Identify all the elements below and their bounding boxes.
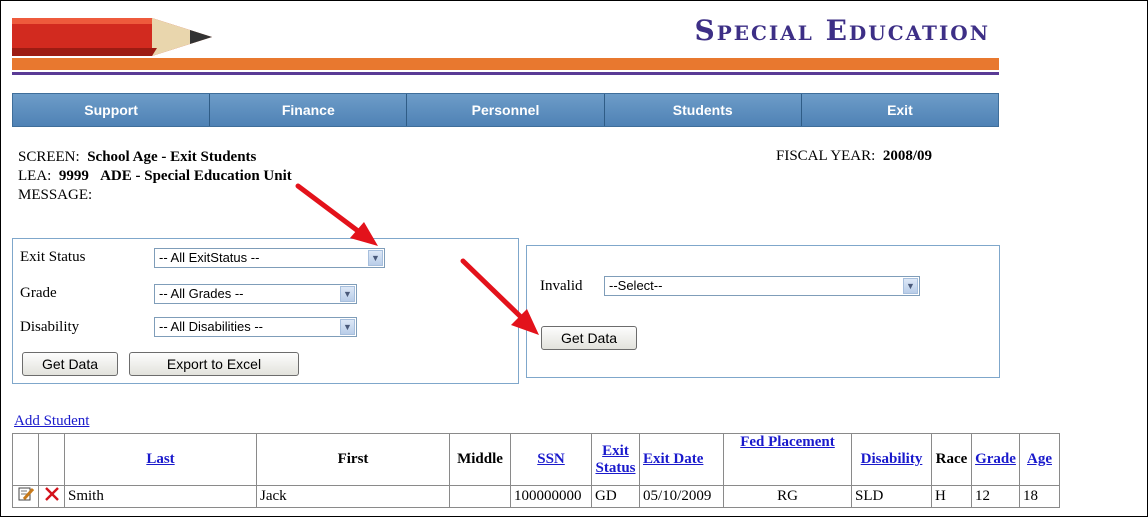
pencil-logo	[12, 18, 212, 56]
cell-exit-date: 05/10/2009	[639, 485, 724, 508]
disability-value: -- All Disabilities --	[159, 319, 264, 334]
message-label: MESSAGE:	[18, 187, 93, 203]
col-header-grade[interactable]: Grade	[971, 433, 1020, 486]
disability-label: Disability	[20, 319, 80, 335]
exit-status-label: Exit Status	[20, 249, 86, 265]
col-header-first: First	[256, 433, 450, 486]
invalid-panel	[526, 245, 1000, 378]
grade-label: Grade	[20, 285, 57, 301]
fiscal-year: FISCAL YEAR: 2008/09	[776, 148, 932, 165]
main-nav: Support Finance Personnel Students Exit	[12, 93, 999, 127]
export-excel-button[interactable]: Export to Excel	[129, 352, 299, 376]
delete-cell	[38, 485, 65, 508]
nav-exit[interactable]: Exit	[801, 94, 999, 126]
cell-disability: SLD	[851, 485, 932, 508]
fiscal-value: 2008/09	[882, 148, 932, 164]
col-header-exit-status[interactable]: Exit Status	[591, 433, 640, 486]
screen-value: School Age - Exit Students	[87, 149, 257, 165]
col-header-age[interactable]: Age	[1019, 433, 1060, 486]
nav-personnel[interactable]: Personnel	[407, 94, 605, 126]
annotation-arrow-icon	[460, 258, 539, 335]
invalid-get-data-button[interactable]: Get Data	[541, 326, 637, 350]
cell-fed-placement: RG	[723, 485, 852, 508]
lea-line: LEA: 9999 ADE - Special Education Unit	[18, 167, 292, 186]
chevron-down-icon: ▼	[903, 278, 918, 294]
lea-code: 9999	[58, 168, 89, 184]
cell-exit-status: GD	[591, 485, 640, 508]
screen-label: SCREEN:	[18, 149, 80, 165]
get-data-button[interactable]: Get Data	[22, 352, 118, 376]
col-header-middle: Middle	[449, 433, 511, 486]
cell-ssn: 100000000	[510, 485, 592, 508]
cell-last: Smith	[64, 485, 257, 508]
students-table: Last First Middle SSN Exit Status Exit D…	[12, 433, 1060, 508]
nav-finance[interactable]: Finance	[210, 94, 408, 126]
grade-select[interactable]: -- All Grades -- ▼	[154, 284, 357, 304]
invalid-value: --Select--	[609, 278, 663, 293]
table-header-row: Last First Middle SSN Exit Status Exit D…	[12, 433, 1060, 486]
header-purple-rule	[12, 72, 999, 75]
nav-support[interactable]: Support	[13, 94, 211, 126]
grade-value: -- All Grades --	[159, 286, 244, 301]
col-header-exit-date[interactable]: Exit Date	[639, 433, 724, 486]
edit-cell	[12, 485, 39, 508]
screen-line: SCREEN: School Age - Exit Students	[18, 148, 256, 167]
chevron-down-icon: ▼	[340, 286, 355, 302]
cell-middle	[449, 485, 511, 508]
nav-students[interactable]: Students	[604, 94, 802, 126]
disability-select[interactable]: -- All Disabilities -- ▼	[154, 317, 357, 337]
col-header-ssn[interactable]: SSN	[510, 433, 592, 486]
lea-name: ADE - Special Education Unit	[100, 168, 292, 184]
annotation-arrow-icon	[295, 183, 378, 246]
cell-grade: 12	[971, 485, 1020, 508]
edit-icon[interactable]	[18, 486, 34, 502]
header-edit-col	[12, 433, 39, 486]
add-student-link[interactable]: Add Student	[14, 413, 89, 430]
header-delete-col	[38, 433, 65, 486]
table-row: Smith Jack 100000000 GD 05/10/2009 RG SL…	[12, 485, 1060, 508]
cell-first: Jack	[256, 485, 450, 508]
col-header-race: Race	[931, 433, 972, 486]
exit-status-value: -- All ExitStatus --	[159, 250, 260, 265]
cell-race: H	[931, 485, 972, 508]
col-header-disability[interactable]: Disability	[851, 433, 932, 486]
col-header-last[interactable]: Last	[64, 433, 257, 486]
delete-icon[interactable]	[44, 486, 60, 502]
invalid-select[interactable]: --Select-- ▼	[604, 276, 920, 296]
col-header-fed-placement[interactable]: Fed Placement	[723, 433, 852, 486]
message-line: MESSAGE:	[18, 186, 92, 205]
fiscal-label: FISCAL YEAR:	[776, 148, 876, 164]
header-orange-rule	[12, 58, 999, 70]
chevron-down-icon: ▼	[340, 319, 355, 335]
lea-label: LEA:	[18, 168, 52, 184]
cell-age: 18	[1019, 485, 1060, 508]
app-title: Special Education	[694, 14, 990, 47]
